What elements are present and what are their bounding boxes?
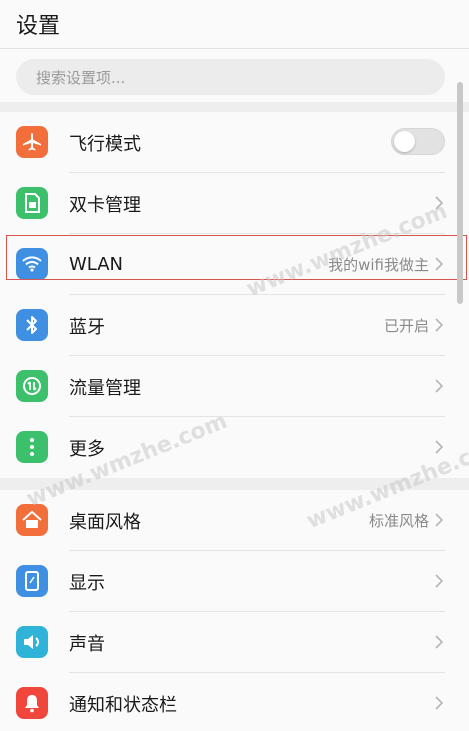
chevron-right-icon bbox=[431, 256, 447, 272]
settings-group-connectivity: 飞行模式双卡管理 WLAN 我的wifi我做主蓝牙 已开启流量管理更多 bbox=[0, 112, 469, 478]
settings-row-label: 显示 bbox=[69, 572, 105, 594]
settings-row-label: 飞行模式 bbox=[69, 133, 141, 155]
wifi-icon bbox=[16, 248, 48, 280]
data-usage-icon bbox=[16, 370, 48, 402]
settings-row-label: 更多 bbox=[69, 438, 105, 460]
settings-row[interactable]: 通知和状态栏 bbox=[0, 673, 469, 731]
more-icon bbox=[16, 431, 48, 463]
search-placeholder: 搜索设置项... bbox=[36, 68, 126, 87]
airplane-mode-toggle[interactable] bbox=[391, 128, 445, 155]
page-title: 设置 bbox=[16, 14, 61, 39]
settings-row-label: 通知和状态栏 bbox=[69, 694, 177, 716]
settings-row-label: 蓝牙 bbox=[69, 316, 105, 338]
chevron-right-icon bbox=[431, 378, 447, 394]
settings-row-label: WLAN bbox=[69, 254, 124, 275]
settings-row-label: 流量管理 bbox=[69, 377, 141, 399]
scrollbar[interactable] bbox=[457, 82, 463, 304]
chevron-right-icon bbox=[431, 317, 447, 333]
display-icon bbox=[16, 565, 48, 597]
settings-group-display: 桌面风格 标准风格显示声音通知和状态栏 bbox=[0, 490, 469, 731]
settings-row-value: 标准风格 bbox=[368, 512, 429, 530]
section-divider bbox=[0, 102, 469, 112]
search-bar-container: 搜索设置项... bbox=[0, 48, 469, 102]
bell-icon bbox=[16, 687, 48, 719]
sim-card-icon bbox=[16, 187, 48, 219]
settings-row[interactable]: 流量管理 bbox=[0, 356, 469, 417]
settings-row[interactable]: 声音 bbox=[0, 612, 469, 673]
airplane-icon bbox=[16, 126, 48, 158]
settings-row-label: 桌面风格 bbox=[69, 511, 141, 533]
chevron-right-icon bbox=[431, 512, 447, 528]
chevron-right-icon bbox=[431, 573, 447, 589]
settings-row-value: 已开启 bbox=[383, 317, 429, 335]
settings-row[interactable]: 显示 bbox=[0, 551, 469, 612]
settings-row[interactable]: WLAN 我的wifi我做主 bbox=[0, 234, 469, 295]
settings-row[interactable]: 蓝牙 已开启 bbox=[0, 295, 469, 356]
bluetooth-icon bbox=[16, 309, 48, 341]
speaker-icon bbox=[16, 626, 48, 658]
settings-row-label: 声音 bbox=[69, 633, 105, 655]
settings-row-label: 双卡管理 bbox=[69, 194, 141, 216]
settings-row[interactable]: 飞行模式 bbox=[0, 112, 469, 173]
toggle-knob bbox=[394, 131, 415, 152]
chevron-right-icon bbox=[431, 634, 447, 650]
app-header: 设置 bbox=[0, 0, 469, 48]
chevron-right-icon bbox=[431, 695, 447, 711]
search-input[interactable]: 搜索设置项... bbox=[16, 59, 445, 95]
